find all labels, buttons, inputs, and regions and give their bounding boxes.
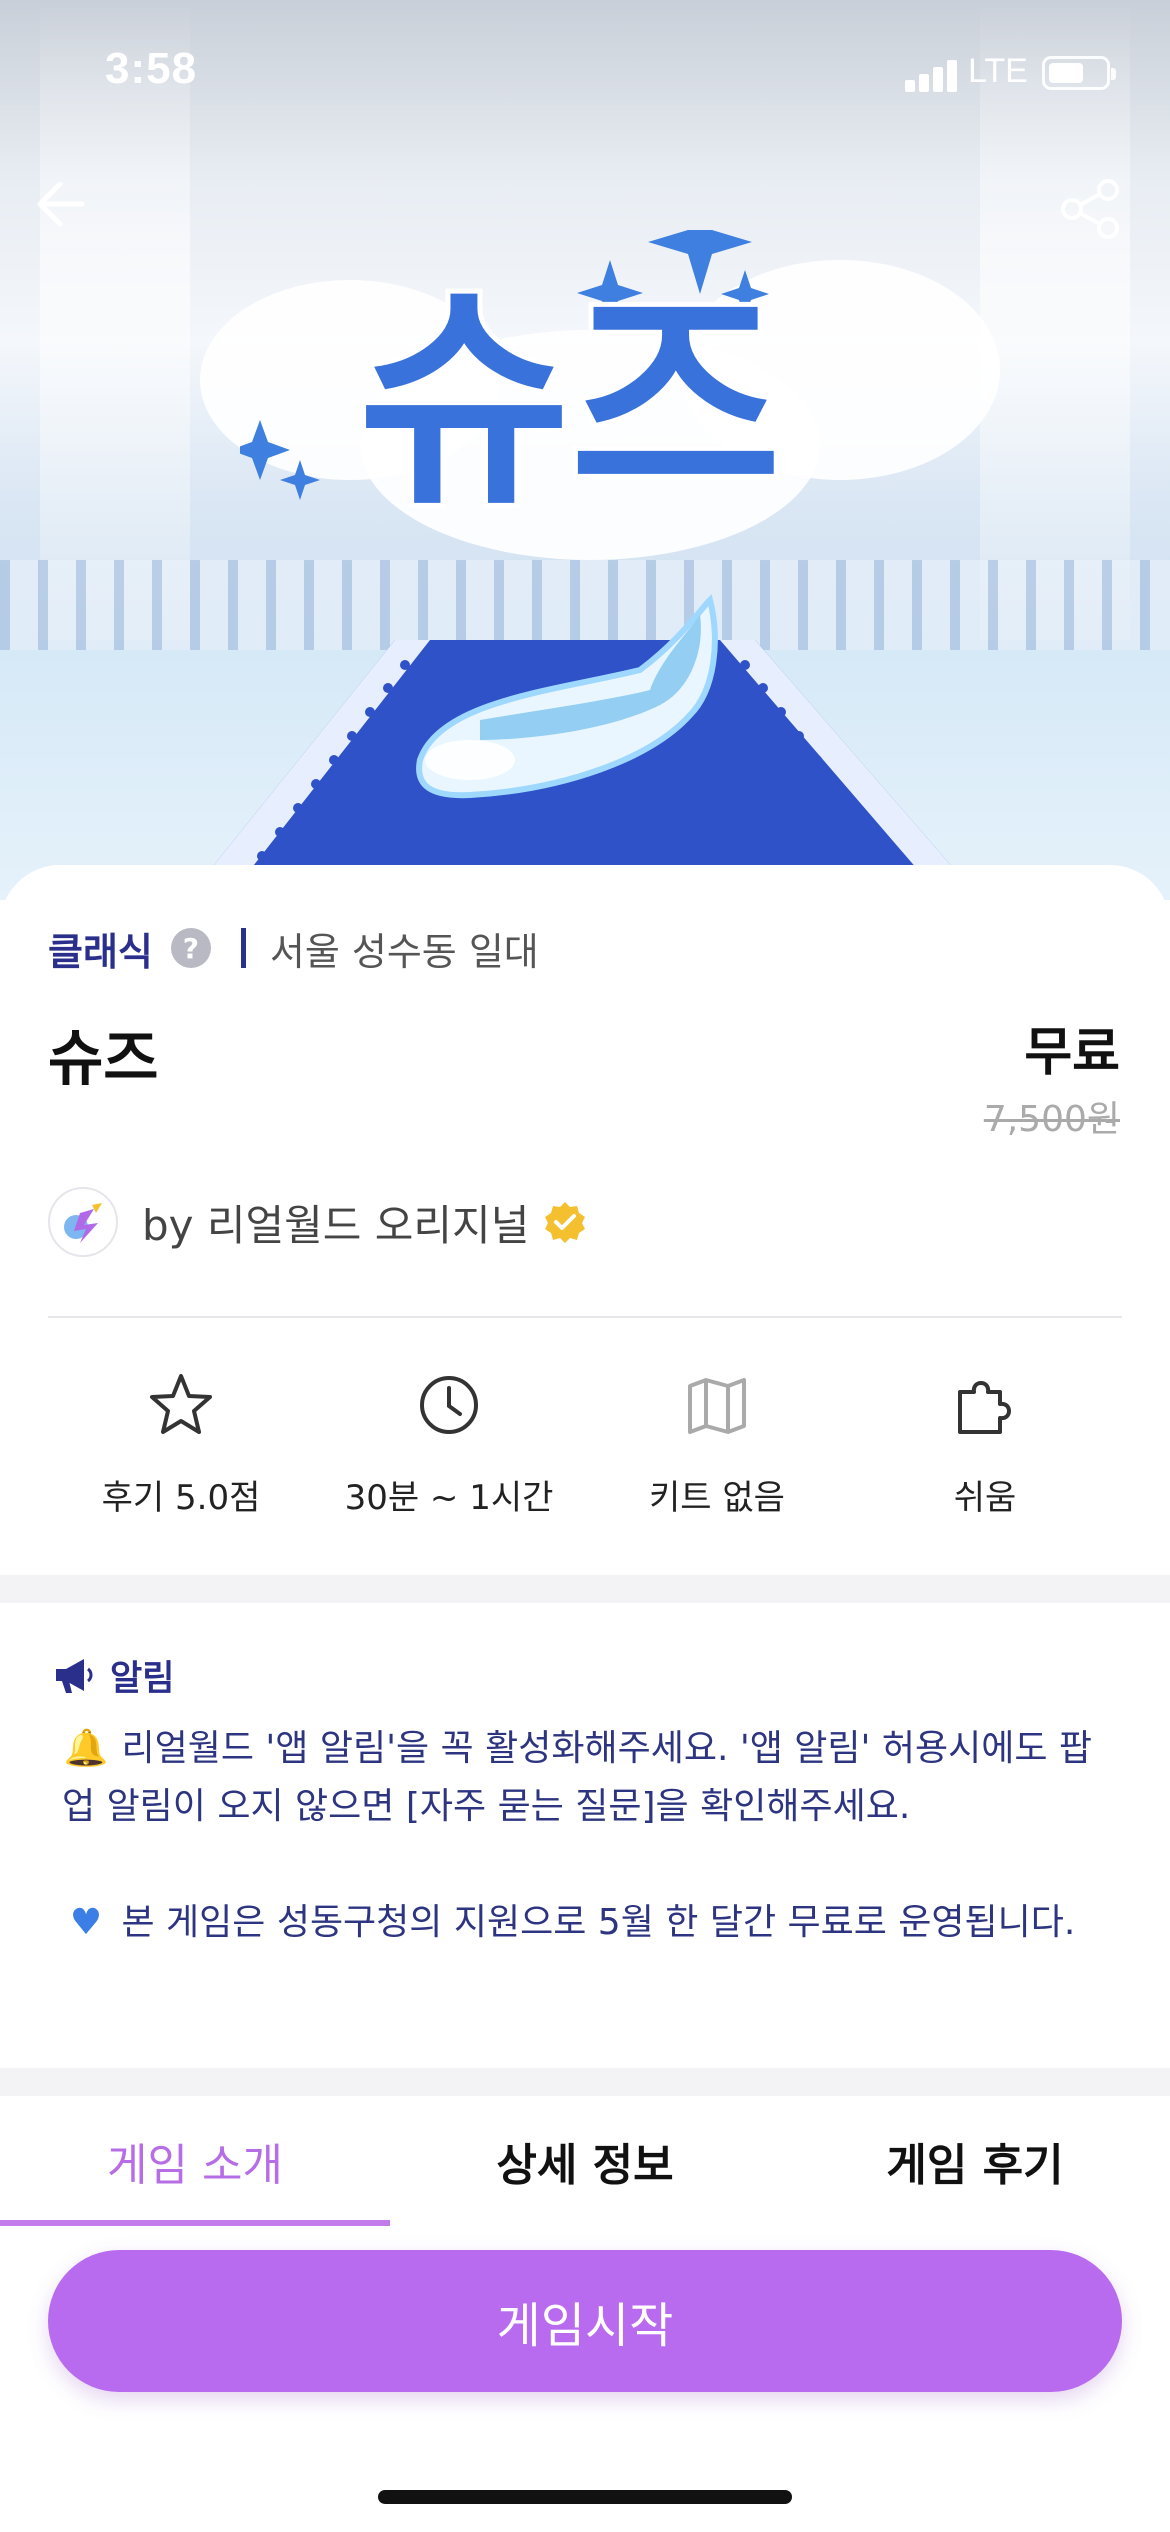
game-title: 슈즈 [48, 1024, 159, 1094]
tab-bar: 게임 소개 상세 정보 게임 후기 [0, 2096, 1170, 2226]
stat-duration: 30분 ~ 1시간 [315, 1370, 583, 1520]
game-stats: 후기 5.0점 30분 ~ 1시간 키트 없음 쉬움 [0, 1370, 1170, 1520]
megaphone-icon [56, 1659, 93, 1693]
notice-header: 알림 [52, 1650, 174, 1700]
status-bar: 3:58 LTE [0, 0, 1170, 140]
map-icon [688, 1378, 746, 1434]
help-icon[interactable]: ? [170, 928, 211, 968]
price: 무료 [1024, 1023, 1120, 1083]
star-icon [150, 1374, 212, 1434]
arrow-left-icon [37, 181, 85, 227]
start-game-button[interactable]: 게임시작 [48, 2250, 1122, 2392]
author-name: by 리얼월드 오리지널 [142, 1200, 530, 1250]
stat-label: 후기 5.0점 [101, 1478, 261, 1518]
stat-difficulty: 쉬움 [851, 1370, 1119, 1520]
separator [240, 928, 246, 968]
section-divider [0, 1575, 1170, 1603]
clock-icon [420, 1376, 478, 1434]
notice-title: 알림 [110, 1658, 175, 1699]
notice-text: 리얼월드 '앱 알림'을 꼭 활성화해주세요. '앱 알림' 허용시에도 팝업 … [62, 1728, 1093, 1827]
back-button[interactable] [30, 172, 94, 236]
battery-icon [1042, 56, 1116, 90]
notice-line: 🔔 리얼월드 '앱 알림'을 꼭 활성화해주세요. '앱 알림' 허용시에도 팝… [62, 1720, 1122, 1836]
category-label[interactable]: 클래식 [48, 921, 153, 976]
logo-wordmark: 슈즈 [358, 268, 781, 535]
stat-kit: 키트 없음 [583, 1370, 851, 1520]
category-row: 클래식 ? 서울 성수동 일대 [48, 920, 539, 976]
stat-label: 키트 없음 [649, 1478, 785, 1518]
network-label: LTE [968, 52, 1028, 90]
puzzle-icon [958, 1381, 1011, 1434]
stat-label: 쉬움 [953, 1478, 1017, 1518]
share-icon [1061, 179, 1119, 239]
verified-badge-icon [545, 1202, 586, 1243]
blue-heart-icon: ♥ [69, 1902, 103, 1943]
home-indicator [378, 2490, 792, 2504]
tab-reviews[interactable]: 게임 후기 [780, 2096, 1170, 2226]
tab-details[interactable]: 상세 정보 [390, 2096, 780, 2226]
notice-text: 본 게임은 성동구청의 지원으로 5월 한 달간 무료로 운영됩니다. [121, 1902, 1076, 1943]
stat-label: 30분 ~ 1시간 [344, 1478, 554, 1518]
author-avatar [48, 1187, 118, 1257]
original-price: 7,500원 [983, 1099, 1120, 1140]
region-label: 서울 성수동 일대 [269, 929, 539, 974]
bell-icon: 🔔 [63, 1728, 109, 1769]
notice-line: ♥ 본 게임은 성동구청의 지원으로 5월 한 달간 무료로 운영됩니다. [62, 1894, 1122, 1952]
notice-body: 🔔 리얼월드 '앱 알림'을 꼭 활성화해주세요. '앱 알림' 허용시에도 팝… [62, 1720, 1122, 1952]
stat-rating: 후기 5.0점 [47, 1370, 315, 1520]
share-button[interactable] [1058, 176, 1124, 242]
section-divider [0, 2068, 1170, 2096]
divider [48, 1316, 1122, 1318]
author-row[interactable]: by 리얼월드 오리지널 [48, 1185, 587, 1259]
tab-game-intro[interactable]: 게임 소개 [0, 2096, 390, 2226]
game-logo: 슈즈 [240, 230, 787, 540]
status-time: 3:58 [105, 44, 198, 93]
signal-icon [905, 58, 959, 92]
